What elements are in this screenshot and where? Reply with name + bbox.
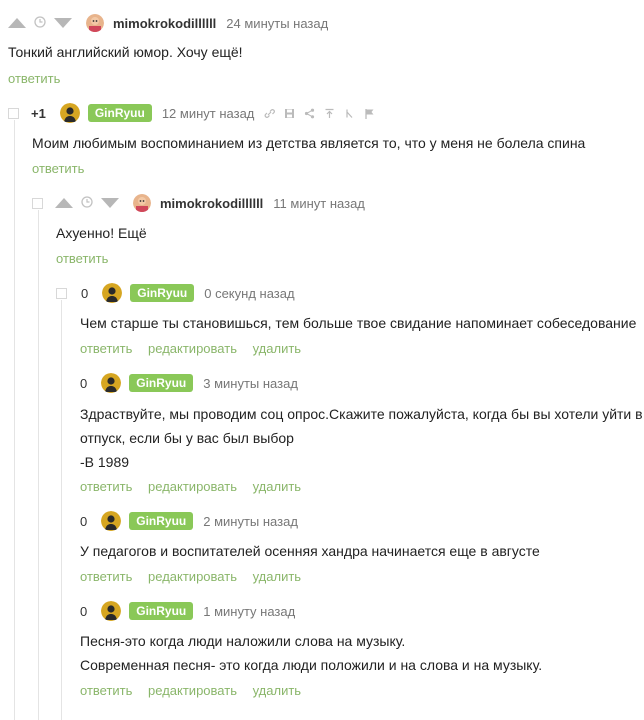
comment-header: 0 GinRyuu 2 минуты назад [80, 511, 298, 531]
upvote-icon[interactable] [8, 18, 26, 28]
save-icon[interactable] [284, 108, 295, 119]
author-name[interactable]: GinRyuu [129, 602, 194, 620]
collapse-toggle[interactable] [32, 197, 43, 209]
delete-link[interactable]: удалить [253, 683, 301, 698]
comment-header: 0 GinRyuu 0 секунд назад [56, 283, 295, 303]
comment-time[interactable]: 2 минуты назад [203, 514, 298, 529]
comment-time[interactable]: 1 минуту назад [203, 604, 295, 619]
reply-link[interactable]: ответить [80, 569, 132, 584]
author-name[interactable]: GinRyuu [87, 104, 152, 122]
comment-actions: ответить редактировать удалить [80, 479, 313, 494]
reply-link[interactable]: ответить [8, 71, 60, 86]
downvote-icon[interactable] [54, 18, 72, 28]
comment-time[interactable]: 3 минуты назад [203, 376, 298, 391]
comment-time[interactable]: 12 минут назад [162, 106, 255, 121]
comment-tools [264, 108, 375, 119]
reply-link[interactable]: ответить [32, 161, 84, 176]
reply-link[interactable]: ответить [80, 683, 132, 698]
thread-line [61, 300, 62, 720]
comment-header: mimokrokodillllll 11 минут назад [32, 193, 365, 213]
delete-link[interactable]: удалить [253, 341, 301, 356]
avatar[interactable] [59, 103, 80, 123]
rating: 0 [80, 513, 88, 529]
author-name[interactable]: mimokrokodillllll [113, 16, 216, 31]
comment-time[interactable]: 24 минуты назад [226, 16, 328, 31]
upvote-icon[interactable] [55, 198, 73, 208]
thread-line [38, 210, 39, 720]
clock-icon [81, 195, 93, 211]
rating: 0 [81, 285, 89, 301]
clock-icon [34, 15, 46, 31]
comment-text: У педагогов и воспитателей осенняя хандр… [80, 543, 540, 559]
avatar[interactable] [101, 601, 122, 621]
comment-text: Чем старше ты становишься, тем больше тв… [80, 315, 637, 331]
comment-actions: ответить [56, 251, 120, 266]
avatar[interactable] [102, 283, 123, 303]
delete-link[interactable]: удалить [253, 479, 301, 494]
edit-link[interactable]: редактировать [148, 569, 237, 584]
avatar[interactable] [101, 373, 122, 393]
comment-time[interactable]: 0 секунд назад [204, 286, 294, 301]
rating: 0 [80, 375, 88, 391]
rating: +1 [31, 105, 46, 121]
author-name[interactable]: mimokrokodillllll [160, 196, 263, 211]
comment-text: Тонкий английский юмор. Хочу ещё! [8, 44, 243, 60]
author-name[interactable]: GinRyuu [130, 284, 195, 302]
comment-text: Песня-это когда люди наложили слова на м… [80, 633, 543, 673]
parent-comment-icon[interactable] [344, 108, 355, 119]
collapse-toggle[interactable] [56, 287, 67, 299]
comment-header: 0 GinRyuu 3 минуты назад [80, 373, 298, 393]
avatar[interactable] [101, 511, 122, 531]
comment-text: Ахуенно! Ещё [56, 225, 147, 241]
thread-line [14, 120, 15, 720]
avatar[interactable] [86, 14, 104, 32]
avatar[interactable] [133, 194, 151, 212]
author-name[interactable]: GinRyuu [129, 512, 194, 530]
share-icon[interactable] [304, 108, 315, 119]
downvote-icon[interactable] [101, 198, 119, 208]
rating: 0 [80, 603, 88, 619]
comment-actions: ответить редактировать удалить [80, 341, 313, 356]
to-top-icon[interactable] [324, 108, 335, 119]
collapse-toggle[interactable] [8, 107, 19, 119]
edit-link[interactable]: редактировать [148, 479, 237, 494]
comment-text: Здраствуйте, мы проводим соц опрос.Скажи… [80, 406, 643, 470]
comment-time[interactable]: 11 минут назад [273, 196, 365, 211]
comment-actions: ответить редактировать удалить [80, 683, 313, 698]
reply-link[interactable]: ответить [56, 251, 108, 266]
comment-actions: ответить [32, 161, 96, 176]
comment-header: 0 GinRyuu 1 минуту назад [80, 601, 295, 621]
reply-link[interactable]: ответить [80, 479, 132, 494]
comment-actions: ответить [8, 71, 72, 86]
report-flag-icon[interactable] [364, 108, 375, 119]
comment-header: mimokrokodillllll 24 минуты назад [8, 13, 328, 33]
link-icon[interactable] [264, 108, 276, 119]
edit-link[interactable]: редактировать [148, 341, 237, 356]
comment-actions: ответить редактировать удалить [80, 569, 313, 584]
reply-link[interactable]: ответить [80, 341, 132, 356]
author-name[interactable]: GinRyuu [129, 374, 194, 392]
delete-link[interactable]: удалить [253, 569, 301, 584]
comment-text: Моим любимым воспоминанием из детства яв… [32, 135, 586, 151]
comment-header: +1 GinRyuu 12 минут назад [8, 103, 375, 123]
edit-link[interactable]: редактировать [148, 683, 237, 698]
